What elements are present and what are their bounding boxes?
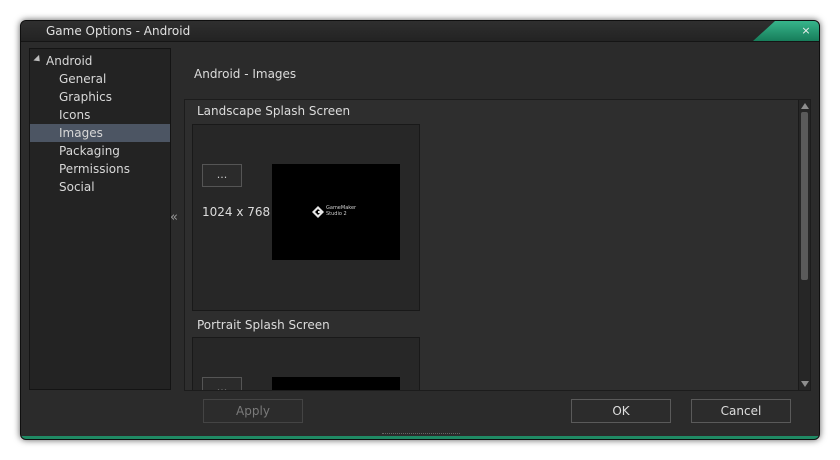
title-bar[interactable]: Game Options - Android × [21, 21, 819, 42]
tree-item-social[interactable]: Social [30, 178, 170, 196]
cancel-button[interactable]: Cancel [691, 399, 791, 423]
landscape-dimensions: 1024 x 768 [202, 205, 271, 219]
images-panel: Landscape Splash Screen ... 1024 x 768 G… [184, 99, 811, 391]
window-accent-border [21, 436, 819, 439]
expand-arrow-icon[interactable] [33, 54, 43, 65]
page-title: Android - Images [194, 67, 297, 81]
tree-root-label: Android [46, 54, 93, 68]
tree-item-packaging[interactable]: Packaging [30, 142, 170, 160]
gamemaker-logo: GameMaker Studio 2 [312, 204, 362, 220]
tree-item-general[interactable]: General [30, 70, 170, 88]
landscape-browse-button[interactable]: ... [202, 164, 242, 187]
logo-text: GameMaker Studio 2 [326, 205, 356, 217]
scroll-up-icon[interactable] [801, 103, 809, 109]
portrait-splash-preview [272, 377, 400, 390]
close-button[interactable]: × [799, 23, 813, 38]
portrait-splash-group: ... [192, 337, 420, 390]
scroll-thumb[interactable] [801, 112, 808, 280]
landscape-splash-group: ... 1024 x 768 GameMaker Studio 2 [192, 124, 420, 311]
landscape-splash-preview: GameMaker Studio 2 [272, 164, 400, 260]
gamemaker-logo-icon [312, 206, 324, 218]
apply-button[interactable]: Apply [203, 399, 303, 423]
portrait-browse-button[interactable]: ... [202, 377, 242, 390]
tree-root-android[interactable]: Android [33, 52, 93, 70]
tree-item-permissions[interactable]: Permissions [30, 160, 170, 178]
tree-item-graphics[interactable]: Graphics [30, 88, 170, 106]
window-title: Game Options - Android [46, 24, 191, 38]
portrait-splash-label: Portrait Splash Screen [197, 318, 330, 332]
logo-text-line-2: Studio 2 [326, 211, 347, 217]
tree-item-images[interactable]: Images [30, 124, 170, 142]
content-scrollbar[interactable] [798, 100, 810, 390]
tree-item-icons[interactable]: Icons [30, 106, 170, 124]
game-options-window: Game Options - Android × Android General… [20, 20, 820, 440]
landscape-splash-label: Landscape Splash Screen [197, 104, 351, 118]
ok-button[interactable]: OK [571, 399, 671, 423]
scroll-down-icon[interactable] [801, 381, 809, 387]
options-tree: Android General Graphics Icons Images Pa… [29, 48, 171, 390]
collapse-sidebar-icon[interactable]: « [170, 210, 178, 225]
